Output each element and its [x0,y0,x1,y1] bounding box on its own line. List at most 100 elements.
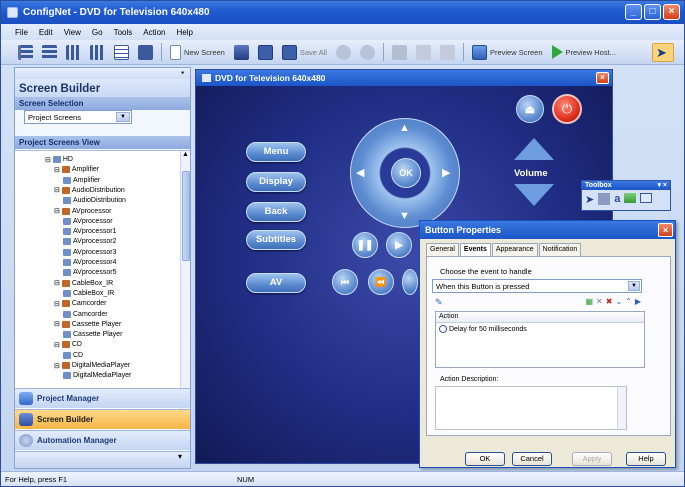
save-button[interactable] [255,43,276,62]
align-left-button[interactable] [15,43,36,62]
description-scrollbar[interactable] [617,387,626,429]
tree-item[interactable]: ⊟ Camcorder [54,299,107,308]
grid-action-icon[interactable]: ▦ [585,297,593,306]
menu-file[interactable]: File [15,28,28,37]
ok-button[interactable]: OK [465,452,505,466]
tree-item[interactable]: Amplifier [63,176,100,185]
event-dropdown[interactable]: When this Button is pressed ▼ [432,279,642,293]
tree-item[interactable]: ⊟ CD [54,340,82,349]
tab-general[interactable]: General [426,243,459,256]
align-right-button[interactable] [39,43,60,62]
list-tool-icon[interactable] [640,193,653,203]
tree-item[interactable]: AVprocessor [63,217,113,226]
pointer-tool-button[interactable]: ➤ [652,43,674,62]
run-action-icon[interactable]: ▶ [635,297,641,306]
tree-item[interactable]: DigitalMediaPlayer [63,371,131,380]
tree-item[interactable]: ⊟ HD [45,155,73,164]
action-list[interactable]: Action Delay for 50 milliseconds [435,311,645,368]
preview-host-button[interactable]: Preview Host... [549,43,619,62]
dialog-close-button[interactable]: × [658,223,673,237]
expand-toggle-icon[interactable]: ⊟ [54,166,60,174]
volume-up-button[interactable] [514,138,554,160]
toolbox-close-icon[interactable]: ▾ × [657,181,670,190]
scroll-thumb[interactable] [182,171,190,261]
expand-toggle-icon[interactable]: ⊟ [45,156,51,164]
cut-button[interactable] [389,43,410,62]
menu-view[interactable]: View [64,28,81,37]
rewind-remote-button[interactable]: ⏪ [368,269,394,295]
image-tool-icon[interactable] [624,193,637,203]
power-remote-button[interactable]: ⏻ [552,94,582,124]
table-button[interactable] [135,43,156,62]
copy-button[interactable] [413,43,434,62]
automation-manager-nav[interactable]: Automation Manager [15,430,190,450]
tree-item[interactable]: ⊟ AVprocessor [54,207,111,216]
ok-remote-button[interactable]: OK [391,158,421,188]
eject-remote-button[interactable]: ⏏ [516,95,544,123]
play-remote-button[interactable]: ▶ [386,232,412,258]
menu-go[interactable]: Go [92,28,103,37]
minimize-button[interactable]: _ [625,4,642,20]
delete-action-icon[interactable]: ✖ [606,297,613,306]
text-tool-icon[interactable]: a [614,193,620,206]
tree-item[interactable]: AVprocessor2 [63,237,116,246]
tree-item[interactable]: Camcorder [63,310,108,319]
cancel-button[interactable]: Cancel [512,452,552,466]
undo-button[interactable] [333,43,354,62]
tab-notification[interactable]: Notification [538,243,582,256]
menu-action[interactable]: Action [143,28,165,37]
tree-item[interactable]: ⊟ Amplifier [54,165,99,174]
help-button[interactable]: Help [626,452,666,466]
tree-item[interactable]: ⊟ AudioDistribution [54,186,125,195]
menu-edit[interactable]: Edit [39,28,53,37]
menu-help[interactable]: Help [176,28,192,37]
tree-item[interactable]: Cassette Player [63,330,122,339]
action-description-field[interactable] [435,386,627,430]
expand-toggle-icon[interactable]: ⊟ [54,362,60,370]
expand-toggle-icon[interactable]: ⊟ [54,341,60,349]
expand-toggle-icon[interactable]: ⊟ [54,300,60,308]
nav-overflow-chevron[interactable]: ▾ [15,451,190,468]
open-button[interactable] [231,43,252,62]
move-down-icon[interactable]: ⌄ [615,297,622,306]
dpad-down-icon[interactable]: ▼ [399,210,410,222]
tree-item[interactable]: ⊟ Cassette Player [54,320,121,329]
action-list-item[interactable]: Delay for 50 milliseconds [436,323,644,335]
menu-tools[interactable]: Tools [114,28,133,37]
canvas-close-button[interactable]: × [596,72,609,84]
menu-remote-button[interactable]: Menu [246,142,306,162]
shape-tool-icon[interactable] [598,193,611,205]
paste-button[interactable] [437,43,458,62]
apply-button[interactable]: Apply [572,452,612,466]
grid-button[interactable] [111,43,132,62]
close-button[interactable]: × [663,4,680,20]
project-manager-nav[interactable]: Project Manager [15,388,190,408]
expand-toggle-icon[interactable]: ⊟ [54,279,60,287]
dpad-left-icon[interactable]: ◀ [356,166,364,179]
subtitles-remote-button[interactable]: Subtitles [246,230,306,250]
redo-button[interactable] [357,43,378,62]
tree-item[interactable]: ⊟ CableBox_IR [54,279,113,288]
new-screen-button[interactable]: New Screen [167,43,228,62]
back-remote-button[interactable]: Back [246,202,306,222]
tree-item[interactable]: ⊟ DigitalMediaPlayer [54,361,130,370]
av-remote-button[interactable]: AV [246,273,306,293]
tree-item[interactable]: AVprocessor3 [63,248,116,257]
tree-item[interactable]: AudioDistribution [63,196,126,205]
tree-item[interactable]: AVprocessor5 [63,268,116,277]
expand-toggle-icon[interactable]: ⊟ [54,186,60,194]
tree-item[interactable]: AVprocessor1 [63,227,116,236]
save-all-button[interactable]: Save All [279,43,330,62]
pause-remote-button[interactable]: ❚❚ [352,232,378,258]
dpad-right-icon[interactable]: ▶ [442,166,450,179]
expand-toggle-icon[interactable]: ⊟ [54,207,60,215]
expand-toggle-icon[interactable]: ⊟ [54,320,60,328]
cursor-arrow-icon[interactable]: ➤ [585,193,594,206]
pin-icon[interactable]: ▪ [181,68,184,77]
previous-remote-button[interactable]: ⏮ [332,269,358,295]
tree-item[interactable]: CD [63,351,83,360]
screen-selection-dropdown[interactable]: Project Screens ▼ [24,110,132,124]
maximize-button[interactable]: □ [644,4,661,20]
add-action-icon[interactable]: ✎ [435,297,443,307]
move-up-icon[interactable]: ⌃ [625,297,632,306]
